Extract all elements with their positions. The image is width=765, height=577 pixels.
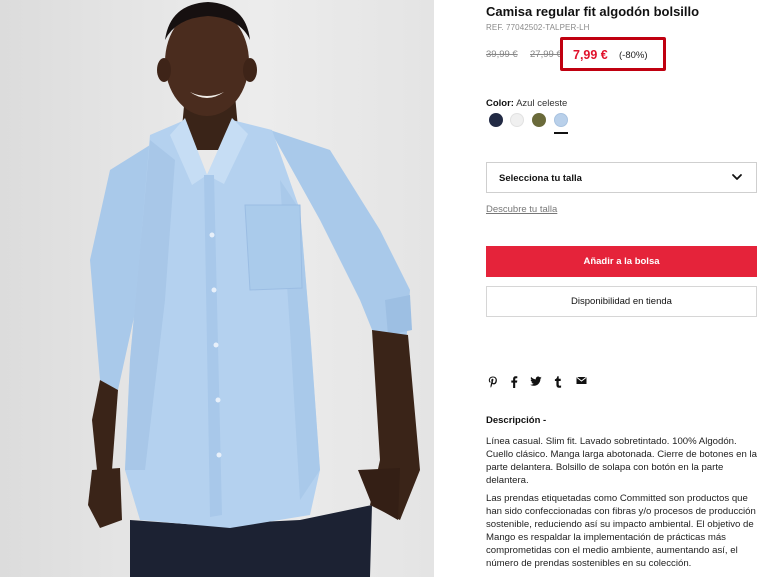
email-icon[interactable]	[576, 376, 587, 388]
product-info-panel: Camisa regular fit algodón bolsillo REF.…	[486, 0, 758, 577]
color-label-row: Color: Azul celeste	[486, 98, 567, 109]
color-swatch-navy[interactable]	[489, 113, 503, 127]
color-swatch-sky-blue[interactable]	[554, 113, 568, 127]
color-swatch-white[interactable]	[510, 113, 524, 127]
color-swatch-olive[interactable]	[532, 113, 546, 127]
current-price: 7,99 €	[573, 48, 608, 62]
chevron-down-icon	[732, 174, 742, 180]
facebook-icon[interactable]	[510, 376, 518, 391]
description-paragraph: Línea casual. Slim fit. Lavado sobretint…	[486, 436, 757, 486]
product-reference: REF. 77042502-TALPER-LH	[486, 23, 590, 32]
description-body: Línea casual. Slim fit. Lavado sobretint…	[486, 435, 758, 575]
selected-color-name: Azul celeste	[516, 98, 568, 109]
add-to-bag-button[interactable]: Añadir a la bolsa	[486, 246, 757, 277]
color-label: Color:	[486, 98, 514, 109]
size-guide-link[interactable]: Descubre tu talla	[486, 204, 557, 215]
selected-swatch-indicator	[554, 132, 568, 134]
current-price-highlight: 7,99 € (-80%)	[560, 37, 666, 71]
store-availability-button[interactable]: Disponibilidad en tienda	[486, 286, 757, 317]
previous-price: 27,99 €	[530, 49, 562, 60]
tumblr-icon[interactable]	[554, 376, 562, 391]
product-image[interactable]	[0, 0, 434, 577]
pinterest-icon[interactable]	[488, 376, 498, 391]
twitter-icon[interactable]	[530, 376, 542, 390]
original-price: 39,99 €	[486, 49, 518, 60]
description-title: Descripción -	[486, 415, 547, 426]
model-shirt-illustration	[88, 2, 420, 577]
description-paragraph: Las prendas etiquetadas como Committed s…	[486, 493, 756, 569]
discount-badge: (-80%)	[619, 50, 648, 61]
size-select[interactable]: Selecciona tu talla	[486, 162, 757, 193]
size-select-label: Selecciona tu talla	[499, 173, 582, 184]
product-title: Camisa regular fit algodón bolsillo	[486, 4, 700, 19]
